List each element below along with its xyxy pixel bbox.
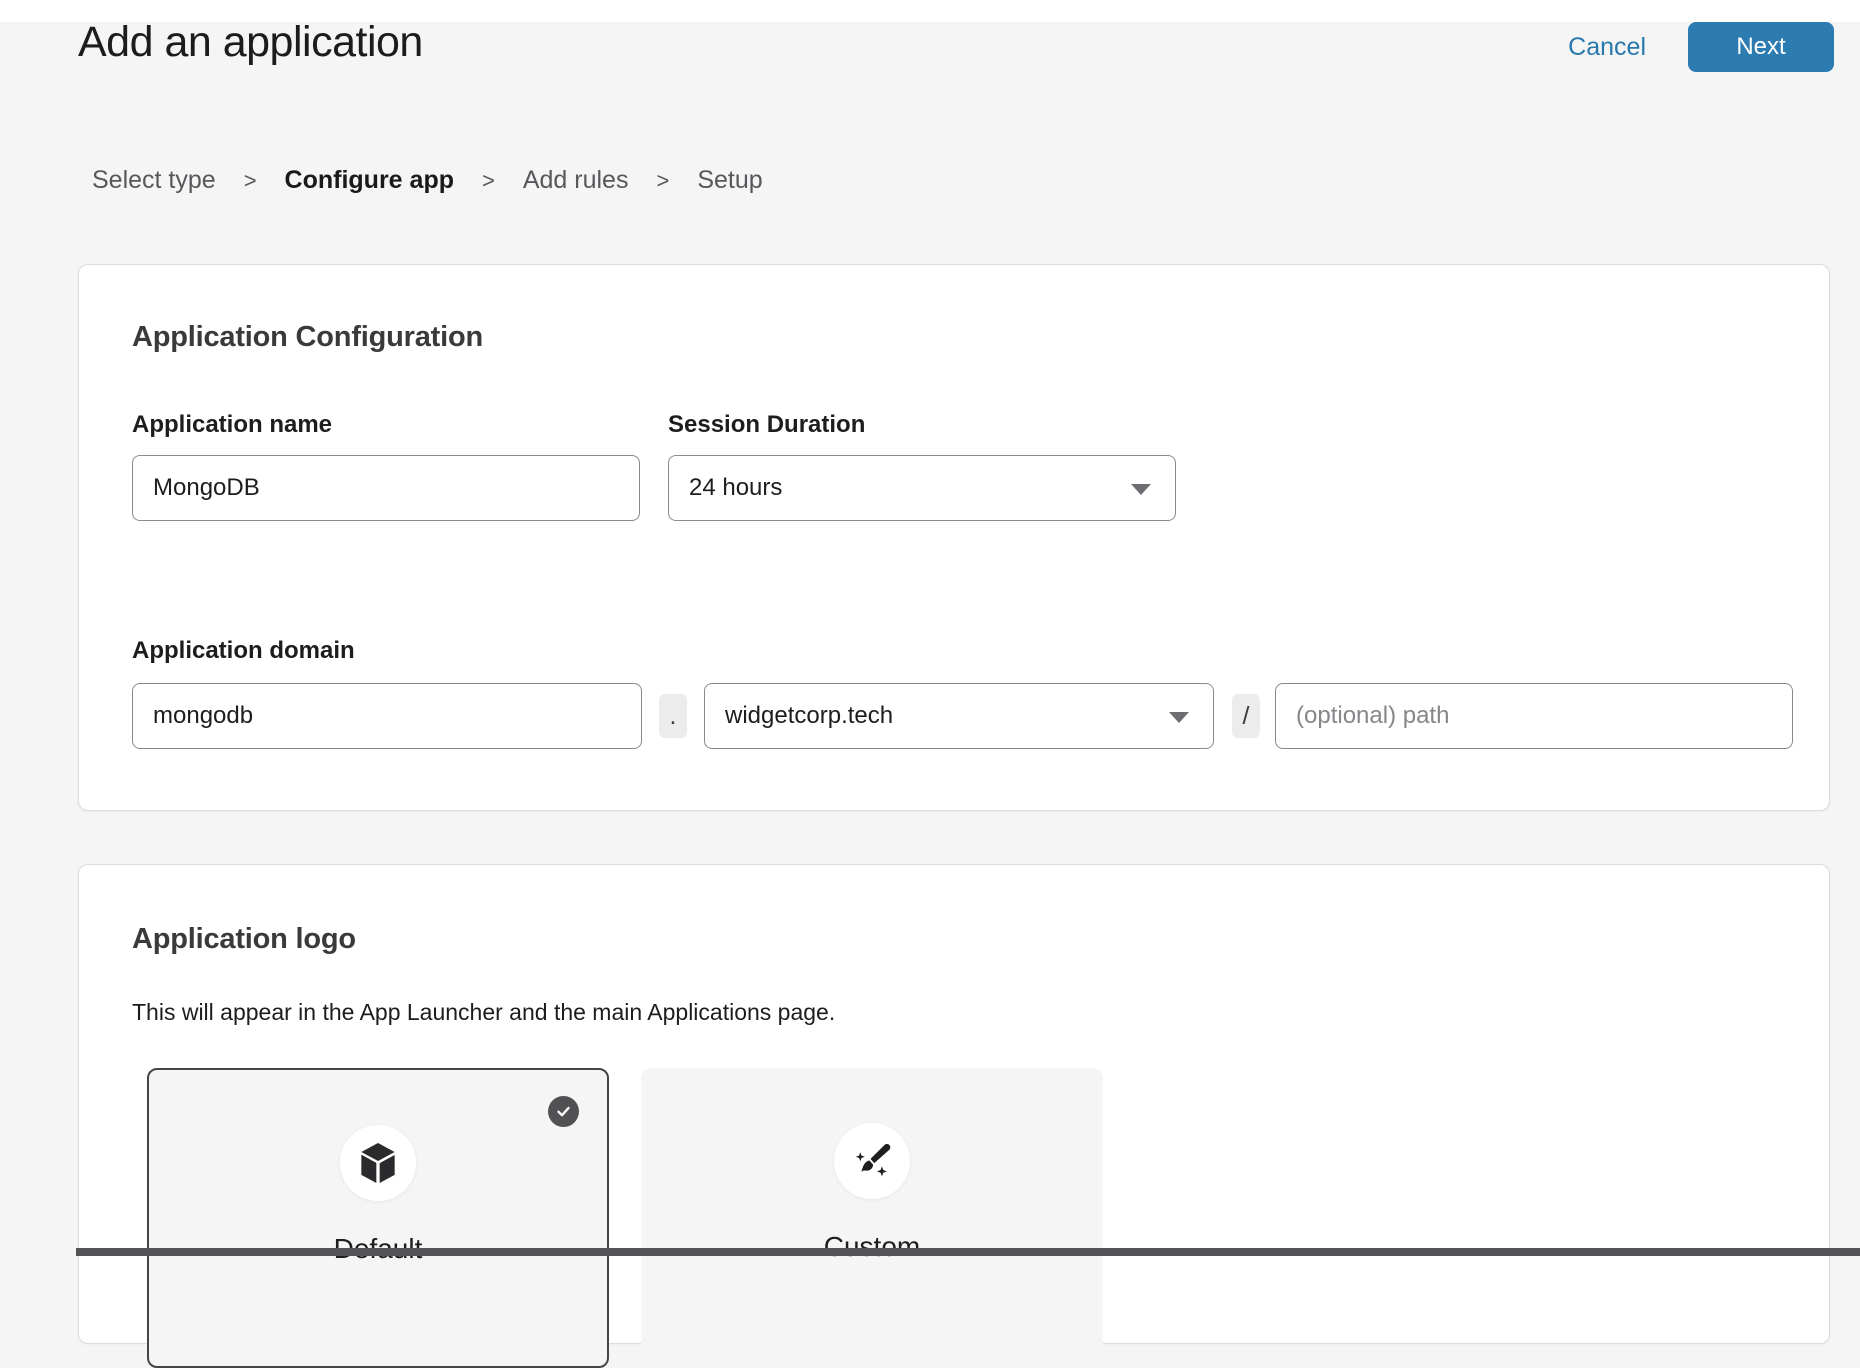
domain-select[interactable]: widgetcorp.tech xyxy=(704,683,1214,749)
domain-select-value: widgetcorp.tech xyxy=(725,702,893,730)
next-button[interactable]: Next xyxy=(1688,22,1834,72)
default-logo-circle xyxy=(340,1125,416,1201)
logo-card-heading: Application logo xyxy=(132,923,356,956)
logo-option-label: Custom xyxy=(641,1231,1103,1263)
breadcrumb-separator: > xyxy=(244,168,257,194)
dot-separator: . xyxy=(659,694,687,738)
path-input[interactable] xyxy=(1275,683,1793,749)
breadcrumb-separator: > xyxy=(482,168,495,194)
slash-separator: / xyxy=(1232,694,1260,738)
window-bottom-edge xyxy=(76,1248,1860,1256)
check-icon xyxy=(555,1103,572,1120)
subdomain-input[interactable] xyxy=(132,683,642,749)
session-duration-label: Session Duration xyxy=(668,411,865,439)
config-card-heading: Application Configuration xyxy=(132,321,483,354)
breadcrumb: Select type > Configure app > Add rules … xyxy=(92,166,763,195)
application-name-label: Application name xyxy=(132,411,332,439)
breadcrumb-step-setup[interactable]: Setup xyxy=(697,166,762,195)
application-domain-row: . widgetcorp.tech / xyxy=(132,683,1792,749)
custom-logo-circle xyxy=(834,1123,910,1199)
application-logo-card: Application logo This will appear in the… xyxy=(78,864,1830,1344)
paintbrush-icon xyxy=(851,1140,893,1182)
breadcrumb-step-add-rules[interactable]: Add rules xyxy=(523,166,629,195)
logo-option-default[interactable]: Default xyxy=(147,1068,609,1368)
logo-options-row: Default Custom xyxy=(147,1068,1103,1368)
selected-check-badge xyxy=(548,1096,579,1127)
breadcrumb-step-select-type[interactable]: Select type xyxy=(92,166,216,195)
breadcrumb-separator: > xyxy=(656,168,669,194)
header-actions: Cancel Next xyxy=(1568,22,1834,72)
cube-icon xyxy=(358,1141,398,1185)
application-configuration-card: Application Configuration Application na… xyxy=(78,264,1830,811)
logo-option-custom[interactable]: Custom xyxy=(641,1068,1103,1368)
chevron-down-icon xyxy=(1169,712,1189,723)
cancel-button[interactable]: Cancel xyxy=(1568,33,1646,62)
chevron-down-icon xyxy=(1131,484,1151,495)
application-domain-label: Application domain xyxy=(132,637,355,665)
logo-card-description: This will appear in the App Launcher and… xyxy=(132,999,835,1026)
page-title: Add an application xyxy=(78,18,423,67)
session-duration-select[interactable]: 24 hours xyxy=(668,455,1176,521)
breadcrumb-step-configure-app[interactable]: Configure app xyxy=(285,166,454,195)
application-name-input[interactable] xyxy=(132,455,640,521)
session-duration-value: 24 hours xyxy=(689,474,782,502)
